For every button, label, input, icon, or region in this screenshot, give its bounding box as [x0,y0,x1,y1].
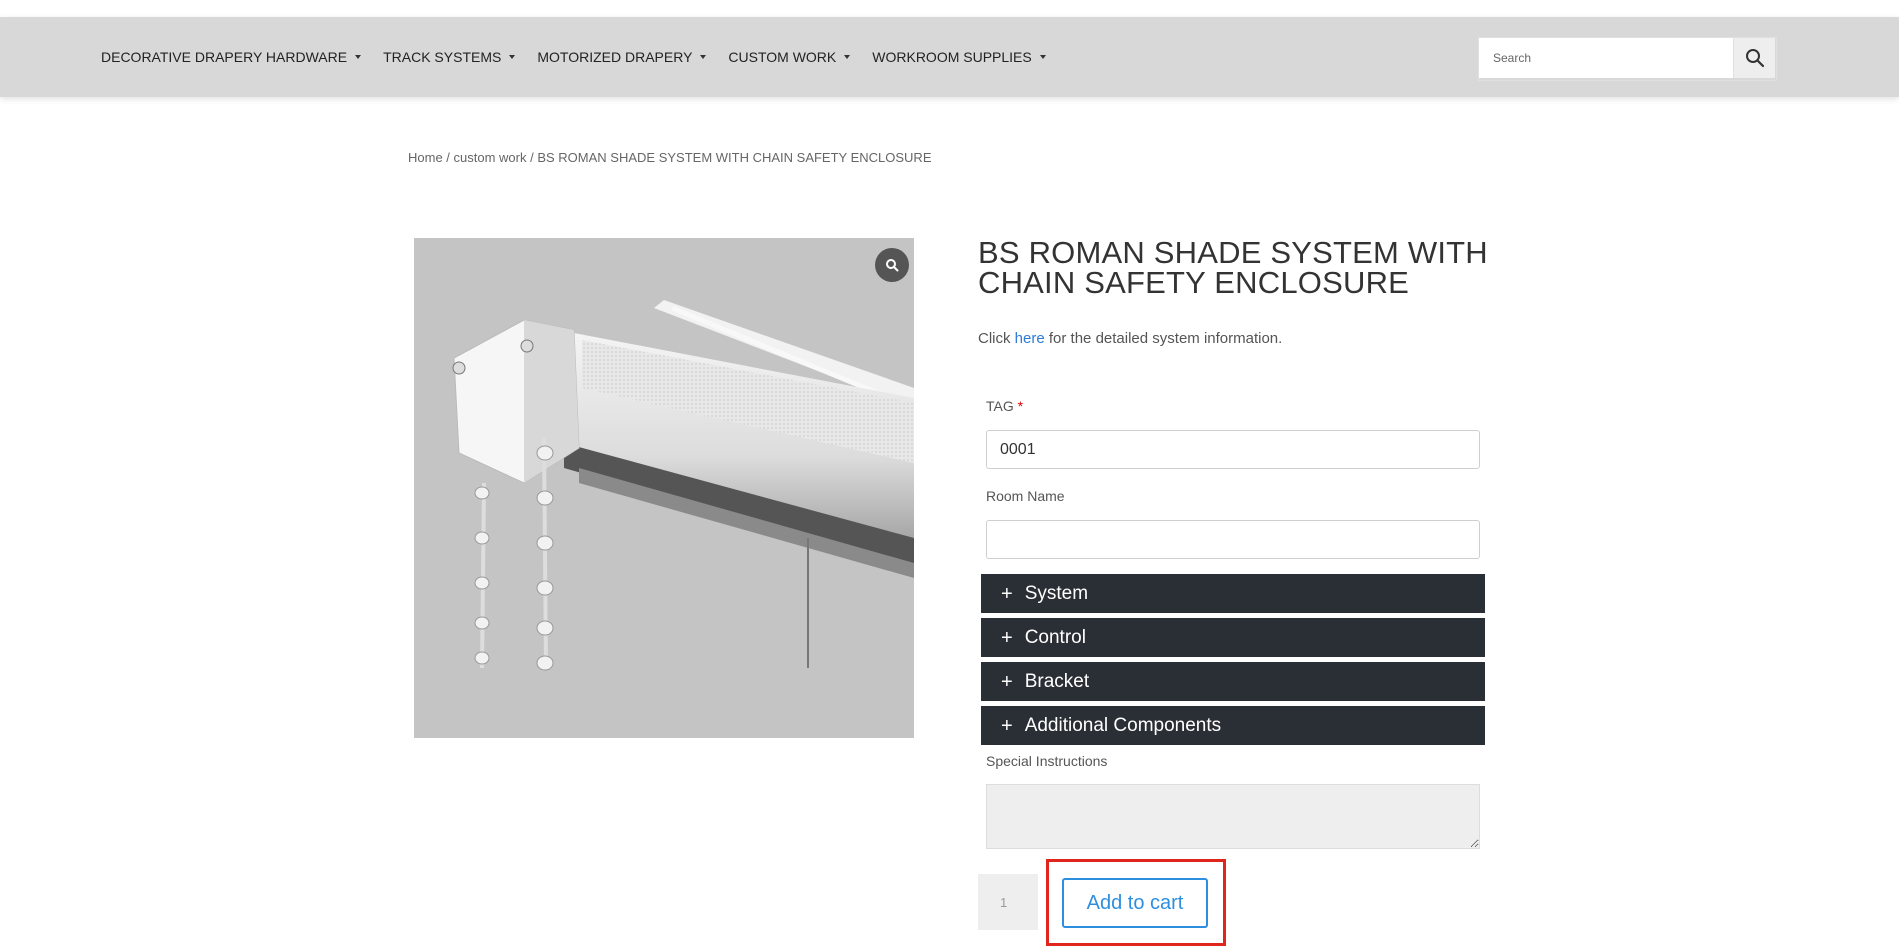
zoom-icon [886,259,899,272]
tag-label-text: TAG [986,398,1014,414]
product-summary: BS ROMAN SHADE SYSTEM WITH CHAIN SAFETY … [978,237,1488,946]
tag-label: TAG * [986,398,1023,414]
product-title: BS ROMAN SHADE SYSTEM WITH CHAIN SAFETY … [978,237,1488,300]
accordion-system[interactable]: + System [981,574,1485,613]
breadcrumb-separator: / [442,150,454,165]
breadcrumb-separator: / [526,150,538,165]
caret-down-icon [700,55,707,59]
search-button[interactable] [1733,38,1775,78]
roman-shade-headrail-illustration [452,300,914,671]
nav-item-custom-work[interactable]: CUSTOM WORK [728,49,851,65]
accordion-label: Additional Components [1024,714,1222,736]
search-box [1478,37,1777,81]
breadcrumb-current: BS ROMAN SHADE SYSTEM WITH CHAIN SAFETY … [537,150,932,165]
caret-down-icon [509,55,516,59]
accordion-label: Bracket [1024,670,1090,692]
system-info-link[interactable]: here [1015,330,1045,347]
caret-down-icon [1039,55,1046,59]
add-to-cart-button[interactable]: Add to cart [1062,878,1208,928]
nav-label: CUSTOM WORK [728,49,837,65]
system-info-text: Click here for the detailed system infor… [978,330,1282,347]
special-instructions-textarea[interactable] [986,784,1480,849]
accordion-label: Control [1024,626,1086,648]
magnifier-icon [1745,49,1764,68]
accordion-control[interactable]: + Control [981,618,1485,657]
accordion-additional-components[interactable]: + Additional Components [981,706,1485,745]
nav-label: TRACK SYSTEMS [383,49,502,65]
nav-item-decorative-drapery-hardware[interactable]: DECORATIVE DRAPERY HARDWARE [101,49,362,65]
breadcrumb: Home / custom work / BS ROMAN SHADE SYST… [408,150,932,165]
plus-icon: + [1001,714,1013,737]
accordion-label: System [1024,582,1089,604]
plus-icon: + [1001,582,1013,605]
primary-menu: DECORATIVE DRAPERY HARDWARE TRACK SYSTEM… [101,17,1068,97]
tag-input[interactable] [986,430,1480,469]
quantity-input[interactable] [978,874,1038,930]
room-name-input[interactable] [986,520,1480,559]
room-name-label: Room Name [986,488,1065,504]
nav-label: MOTORIZED DRAPERY [537,49,693,65]
plus-icon: + [1001,626,1013,649]
special-instructions-label: Special Instructions [986,753,1108,769]
caret-down-icon [844,55,851,59]
caret-down-icon [355,55,362,59]
plus-icon: + [1001,670,1013,693]
nav-item-track-systems[interactable]: TRACK SYSTEMS [383,49,516,65]
top-strip [0,0,1899,17]
product-image[interactable] [414,238,914,738]
nav-item-workroom-supplies[interactable]: WORKROOM SUPPLIES [872,49,1046,65]
zoom-button[interactable] [875,248,909,282]
system-info-prefix: Click [978,330,1015,347]
product-title-line2: CHAIN SAFETY ENCLOSURE [978,265,1410,300]
search-input[interactable] [1479,38,1733,78]
required-marker: * [1017,398,1024,414]
system-info-suffix: for the detailed system information. [1044,330,1283,347]
breadcrumb-home-link[interactable]: Home [408,150,443,165]
nav-item-motorized-drapery[interactable]: MOTORIZED DRAPERY [537,49,707,65]
nav-label: DECORATIVE DRAPERY HARDWARE [101,49,348,65]
nav-label: WORKROOM SUPPLIES [872,49,1032,65]
main-navbar: DECORATIVE DRAPERY HARDWARE TRACK SYSTEM… [0,17,1899,97]
breadcrumb-category-link[interactable]: custom work [454,150,527,165]
accordion-bracket[interactable]: + Bracket [981,662,1485,701]
